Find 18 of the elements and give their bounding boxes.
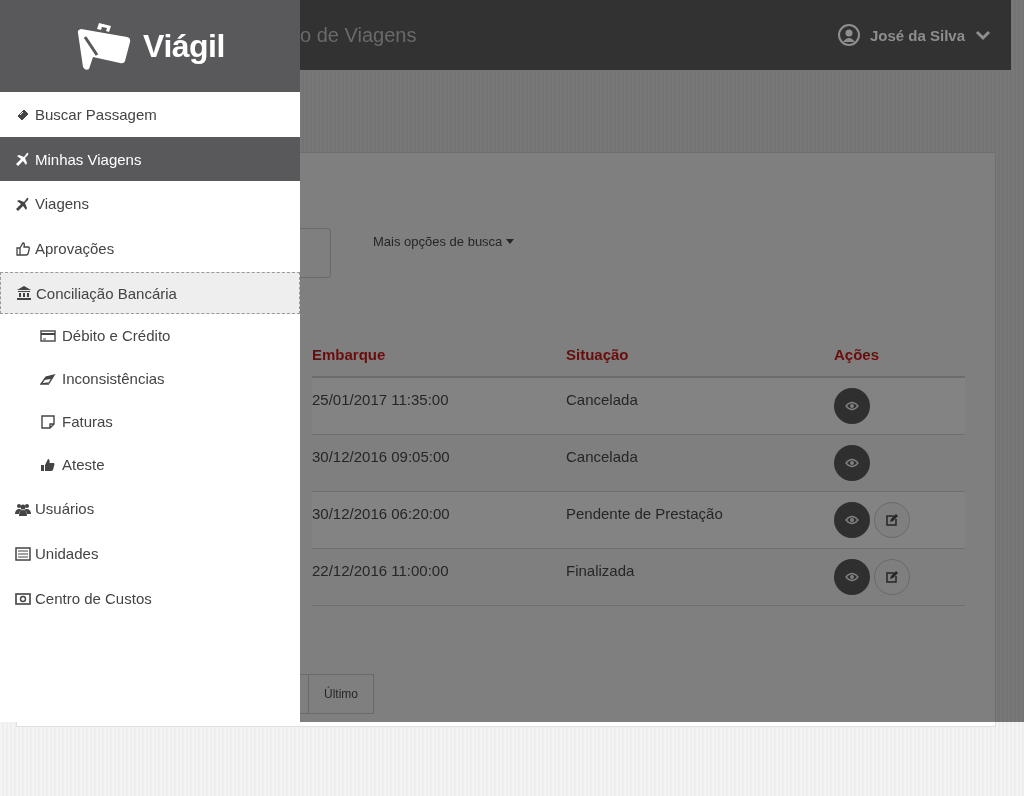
column-header: Embarque	[312, 346, 386, 363]
table-cell: Cancelada	[566, 391, 638, 408]
table-cell: 30/12/2016 09:05:00	[312, 448, 450, 465]
table-cell: 22/12/2016 11:00:00	[312, 562, 449, 579]
user-name[interactable]: José da Silva	[869, 26, 965, 44]
table-cell: 30/12/2016 06:20:00	[312, 505, 450, 522]
logo-text: Viágil	[143, 27, 225, 65]
table-cell: Finalizada	[566, 562, 635, 579]
last-page-button[interactable]: Último	[308, 674, 374, 714]
table-cell: Cancelada	[566, 448, 638, 465]
more-options-link[interactable]: Mais opções de busca	[373, 234, 515, 249]
page-title: o de Viagens	[300, 23, 417, 47]
sidebar-item[interactable]: Minhas Viagens	[0, 137, 300, 181]
sidebar-item[interactable]: Conciliação Bancária	[0, 272, 300, 314]
column-header: Ações	[834, 346, 880, 363]
table-cell: Pendente de Prestação	[566, 505, 723, 522]
column-header: Situação	[566, 346, 629, 363]
table-cell: 25/01/2017 11:35:00	[312, 391, 449, 408]
